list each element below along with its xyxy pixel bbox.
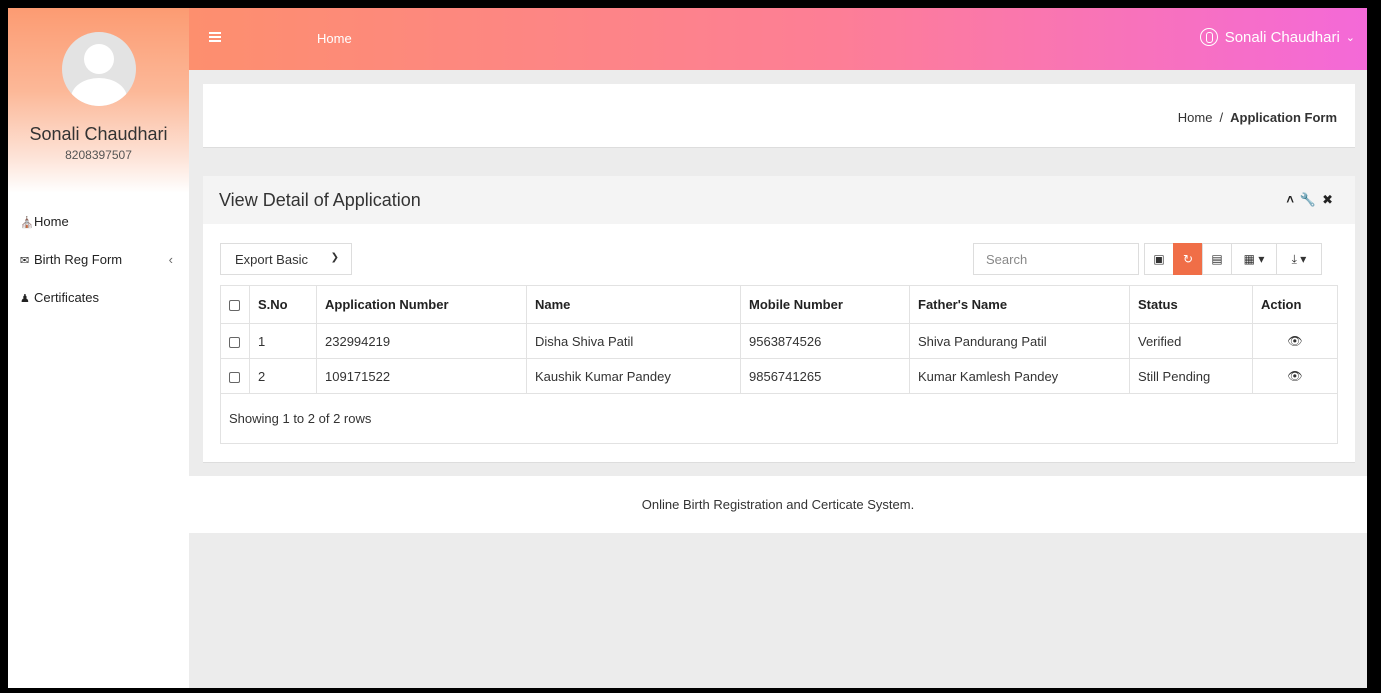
collapse-icon[interactable]: ˄ [1286, 192, 1300, 207]
cell-sno: 1 [249, 323, 317, 359]
chevron-left-icon: ‹ [168, 252, 173, 267]
sidebar-item-certificates[interactable]: ♟ Certificates [8, 279, 189, 317]
pagination-icon: ▣ [1153, 252, 1165, 266]
download-icon: ⤓ ▾ [1291, 251, 1307, 266]
columns-icon: ▦ ▾ [1243, 252, 1265, 266]
col-status[interactable]: Status [1129, 285, 1253, 324]
envelope-icon: ✉ [20, 255, 30, 267]
table-row: 1 232994219 Disha Shiva Patil 9563874526… [220, 323, 1338, 359]
columns-button[interactable]: ▦ ▾ [1231, 243, 1277, 275]
toggle-pagination-button[interactable]: ▣ [1144, 243, 1174, 275]
table-actions: ▣ ↻ ▤ ▦ ▾ ⤓ ▾ [1144, 243, 1322, 275]
sidebar-item-home[interactable]: ⛪Home [8, 203, 189, 241]
row-select-cell[interactable] [220, 323, 250, 359]
chevron-down-icon: ⌄ [1345, 31, 1355, 44]
app-window: Sonali Chaudhari 8208397507 ⛪Home ✉ Birth… [8, 8, 1367, 688]
row-select-cell[interactable] [220, 358, 250, 394]
home-icon: ⛪ [20, 217, 34, 229]
avatar [61, 32, 136, 106]
col-application-number[interactable]: Application Number [316, 285, 527, 324]
sidebar-item-label: Birth Reg Form [34, 252, 123, 267]
table-row: 2 109171522 Kaushik Kumar Pandey 9856741… [220, 358, 1338, 394]
cell-application-number: 109171522 [316, 358, 527, 394]
select-all-checkbox[interactable] [229, 300, 240, 312]
profile-card: Sonali Chaudhari 8208397507 [8, 8, 189, 193]
row-checkbox[interactable] [229, 336, 240, 348]
col-name[interactable]: Name [526, 285, 741, 324]
user-circle-icon [1199, 28, 1218, 46]
chevron-down-icon: ❯ [330, 252, 339, 263]
table-header-row: S.No Application Number Name Mobile Numb… [220, 285, 1338, 324]
sidebar-nav: ⛪Home ✉ Birth Reg Form ‹ ♟ Certificates [8, 193, 189, 317]
cell-status: Still Pending [1129, 358, 1253, 394]
cell-fathers-name: Shiva Pandurang Patil [909, 323, 1130, 359]
close-icon[interactable]: ✖ [1322, 192, 1339, 207]
toggle-view-button[interactable]: ▤ [1202, 243, 1232, 275]
search-input[interactable]: Search [973, 243, 1139, 275]
cell-status: Verified [1129, 323, 1253, 359]
cell-name: Kaushik Kumar Pandey [526, 358, 741, 394]
cell-mobile-number: 9563874526 [740, 323, 910, 359]
breadcrumb-bar: Home / Application Form [203, 84, 1355, 148]
breadcrumb-current: Application Form [1230, 110, 1337, 125]
application-panel: View Detail of Application ˄🔧✖ Export Ba… [203, 176, 1355, 463]
profile-name: Sonali Chaudhari [29, 124, 168, 144]
row-checkbox[interactable] [229, 371, 240, 383]
col-mobile-number[interactable]: Mobile Number [740, 285, 910, 324]
view-eye-icon[interactable]: 👁 [1252, 358, 1338, 394]
breadcrumb-home[interactable]: Home [1178, 110, 1213, 125]
menu-icon[interactable] [209, 32, 221, 44]
sidebar-item-label: Certificates [34, 290, 100, 305]
col-action[interactable]: Action [1252, 285, 1338, 324]
panel-header: View Detail of Application ˄🔧✖ [203, 176, 1355, 224]
sidebar-item-label: Home [34, 214, 69, 229]
panel-title: View Detail of Application [219, 190, 421, 210]
cell-name: Disha Shiva Patil [526, 323, 741, 359]
pagination-info: Showing 1 to 2 of 2 rows [220, 393, 1338, 444]
applications-table: S.No Application Number Name Mobile Numb… [220, 285, 1338, 444]
breadcrumb: Home / Application Form [1178, 110, 1337, 125]
select-all-cell[interactable] [220, 285, 250, 324]
wrench-icon[interactable]: 🔧 [1300, 192, 1322, 207]
list-icon: ▤ [1211, 252, 1223, 266]
col-sno[interactable]: S.No [249, 285, 317, 324]
top-bar: Home Sonali Chaudhari ⌄ [189, 8, 1367, 70]
table-footer-row: Showing 1 to 2 of 2 rows [220, 393, 1338, 444]
export-button[interactable]: ⤓ ▾ [1276, 243, 1322, 275]
breadcrumb-separator: / [1219, 110, 1224, 125]
footer-text: Online Birth Registration and Certicate … [641, 497, 915, 512]
export-label: Export Basic [235, 252, 308, 267]
page-footer: Online Birth Registration and Certicate … [189, 476, 1367, 533]
profile-phone: 8208397507 [65, 148, 132, 162]
view-eye-icon[interactable]: 👁 [1252, 323, 1338, 359]
user-icon: ♟ [20, 293, 30, 305]
sidebar-item-birth-reg-form[interactable]: ✉ Birth Reg Form ‹ [8, 241, 189, 279]
export-select[interactable]: Export Basic ❯ [220, 243, 352, 275]
user-name: Sonali Chaudhari [1224, 28, 1340, 46]
page-title: Home [317, 31, 352, 46]
cell-fathers-name: Kumar Kamlesh Pandey [909, 358, 1130, 394]
sidebar: Sonali Chaudhari 8208397507 ⛪Home ✉ Birth… [8, 8, 189, 688]
user-menu[interactable]: Sonali Chaudhari ⌄ [1199, 28, 1355, 46]
cell-sno: 2 [249, 358, 317, 394]
search-placeholder: Search [986, 252, 1028, 267]
cell-mobile-number: 9856741265 [740, 358, 910, 394]
panel-tools: ˄🔧✖ [1286, 192, 1339, 208]
col-fathers-name[interactable]: Father's Name [909, 285, 1130, 324]
table-toolbar: Export Basic ❯ Search ▣ ↻ ▤ ▦ ▾ ⤓ ▾ [203, 224, 1355, 282]
cell-application-number: 232994219 [316, 323, 527, 359]
refresh-button[interactable]: ↻ [1173, 243, 1203, 275]
refresh-icon: ↻ [1182, 252, 1194, 266]
